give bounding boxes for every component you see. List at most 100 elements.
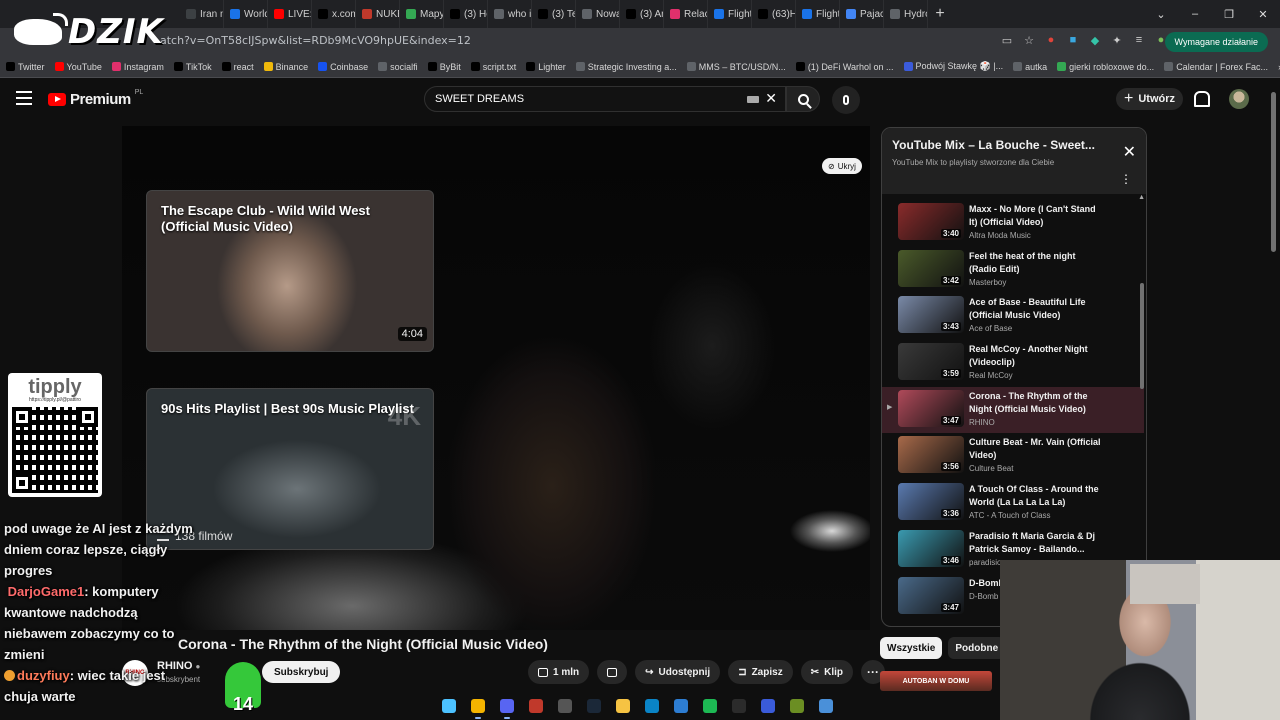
bookmark-item[interactable]: Coinbase	[318, 62, 368, 72]
page-scrollbar[interactable]	[1271, 92, 1276, 252]
spotify-icon[interactable]	[699, 695, 721, 717]
create-button[interactable]: + Utwórz	[1116, 88, 1184, 110]
bookmark-item[interactable]: Strategic Investing a...	[575, 62, 677, 72]
bookmark-item[interactable]: (1) DeFi Warhol on ...	[795, 62, 894, 72]
search-input[interactable]: SWEET DREAMS ✕	[424, 86, 786, 112]
bookmark-star-icon[interactable]: ☆	[1022, 33, 1036, 47]
playlist-item[interactable]: ▶ 3:47 Corona - The Rhythm of the Night (O…	[882, 386, 1144, 434]
voice-search-button[interactable]	[832, 86, 860, 114]
install-icon[interactable]: ▭	[1000, 33, 1014, 47]
bookmark-item[interactable]: socialfi	[378, 62, 418, 72]
streamer-webcam	[1000, 560, 1280, 720]
save-button[interactable]: ⊐ Zapisz	[728, 660, 793, 684]
edge-icon[interactable]	[641, 695, 663, 717]
bookmark-item[interactable]: react	[221, 62, 254, 72]
playlist-item[interactable]: 3:59 Real McCoy - Another Night (Videocli…	[882, 340, 1144, 387]
bookmark-item[interactable]: YouTube	[54, 62, 102, 72]
bookmark-item[interactable]: gierki robloxowe do...	[1057, 62, 1154, 72]
clear-search-icon[interactable]: ✕	[765, 90, 777, 107]
notifications-bell-icon[interactable]	[1193, 91, 1210, 107]
end-screen-video-card[interactable]: The Escape Club - Wild Wild West (Offici…	[146, 190, 434, 352]
hide-cards-button[interactable]: ⊘ Ukryj	[822, 158, 862, 174]
bookmark-item[interactable]: autka	[1013, 62, 1047, 72]
bookmark-item[interactable]: TikTok	[173, 62, 212, 72]
extensions-puzzle-icon[interactable]: ✦	[1110, 33, 1124, 47]
chip-all[interactable]: Wszystkie	[880, 637, 943, 659]
browser-tab[interactable]: Pajacy	[840, 0, 884, 28]
playlist-item[interactable]: 3:56 Culture Beat - Mr. Vain (Official Vi…	[882, 433, 1144, 480]
like-button[interactable]: 1 mln	[528, 660, 590, 684]
account-avatar[interactable]	[1229, 89, 1249, 109]
browser-tab[interactable]: World	[224, 0, 268, 28]
browser-tab[interactable]: NUKE!	[356, 0, 400, 28]
browser-tab[interactable]: Nowa	[576, 0, 620, 28]
bookmark-item[interactable]: Instagram	[111, 62, 164, 72]
extension-teal-icon[interactable]: ◆	[1088, 33, 1102, 47]
extension-blue-icon[interactable]: ■	[1066, 33, 1080, 47]
bookmark-item[interactable]: script.txt	[470, 62, 516, 72]
dislike-button[interactable]	[597, 660, 628, 684]
xbox-icon[interactable]	[757, 695, 779, 717]
bookmark-item[interactable]: Podwój Stawkę 🎲 |...	[903, 61, 1003, 72]
browser-tab[interactable]: Iran ne	[180, 0, 224, 28]
bookmark-item[interactable]: Calendar | Forex Fac...	[1164, 62, 1268, 72]
browser-tab[interactable]: who is	[488, 0, 532, 28]
bookmark-item[interactable]: ByBit	[427, 62, 461, 72]
discord-icon[interactable]	[496, 695, 518, 719]
playlist-item[interactable]: 3:43 Ace of Base - Beautiful Life (Offici…	[882, 293, 1144, 340]
playlist-item[interactable]: 3:42 Feel the heat of the night (Radio Ed…	[882, 247, 1144, 294]
browser-tab[interactable]: Hydro	[884, 0, 928, 28]
tab-label: x.com/	[332, 8, 355, 20]
maximize-icon[interactable]: ❐	[1212, 0, 1246, 28]
playlist-item[interactable]: 3:40 Maxx - No More (I Can't Stand It) (O…	[882, 200, 1144, 247]
video-player[interactable]: ⊘ Ukryj The Escape Club - Wild Wild West…	[122, 126, 870, 630]
browser-tab[interactable]: Flight	[796, 0, 840, 28]
update-required-button[interactable]: Wymagane działanie	[1164, 32, 1268, 52]
media-control-icon[interactable]: ≡	[1132, 33, 1146, 47]
browser-tab[interactable]: (3) Arc	[620, 0, 664, 28]
new-tab-icon[interactable]: +	[928, 0, 952, 28]
browser-tab[interactable]: Flight	[708, 0, 752, 28]
browser-tab[interactable]: x.com/	[312, 0, 356, 28]
tab-search-icon[interactable]: ⌄	[1144, 0, 1178, 28]
browser-tab[interactable]: (63)Ha	[752, 0, 796, 28]
browser-tab[interactable]: LIVE: Is	[268, 0, 312, 28]
keyboard-icon[interactable]	[747, 96, 759, 103]
bookmark-item[interactable]: Lighter	[526, 62, 566, 72]
bookmark-item[interactable]: MMS – BTC/USD/N...	[686, 62, 786, 72]
close-playlist-icon[interactable]: ✕	[1123, 142, 1136, 162]
app-icon[interactable]	[525, 695, 547, 717]
app3-icon[interactable]	[786, 695, 808, 717]
playlist-scrollbar[interactable]	[1140, 283, 1144, 389]
playlist-menu-icon[interactable]: ⋮	[1120, 172, 1132, 186]
chrome-icon[interactable]	[467, 695, 489, 719]
playlist-item-thumbnail: 3:36	[898, 483, 964, 521]
windows-start-icon[interactable]	[438, 695, 460, 717]
bookmark-item[interactable]: Twitter	[6, 62, 45, 72]
playlist-title[interactable]: YouTube Mix – La Bouche - Sweet...	[892, 138, 1136, 152]
folder-icon[interactable]	[612, 695, 634, 717]
search-button[interactable]	[786, 86, 820, 112]
extension-red-icon[interactable]: ●	[1044, 33, 1058, 47]
app2-icon[interactable]	[728, 695, 750, 717]
close-window-icon[interactable]: ✕	[1246, 0, 1280, 28]
notepad-icon[interactable]	[815, 695, 837, 717]
browser-tab[interactable]: (3) Ho	[444, 0, 488, 28]
chip-related[interactable]: Podobne	[948, 637, 1006, 659]
steam-icon[interactable]	[583, 695, 605, 717]
share-button[interactable]: ↪ Udostępnij	[635, 660, 721, 684]
url-field[interactable]: atch?v=OnT58cIJSpw&list=RDb9McVO9hpUE&in…	[160, 34, 471, 47]
subscribe-button[interactable]: Subskrybuj	[262, 661, 341, 683]
obs-icon[interactable]	[554, 695, 576, 717]
youtube-premium-logo[interactable]: Premium PL	[48, 89, 143, 108]
browser-tab[interactable]: Mapy	[400, 0, 444, 28]
browser-tab[interactable]: Relacje	[664, 0, 708, 28]
network-icon[interactable]	[670, 695, 692, 717]
menu-icon[interactable]	[16, 91, 32, 105]
browser-tab[interactable]: (3) Teh	[532, 0, 576, 28]
clip-button[interactable]: ✂ Klip	[800, 660, 853, 684]
recommendation-thumbnail[interactable]: AUTOBAN W DOMU	[880, 671, 992, 691]
minimize-icon[interactable]: –	[1178, 0, 1212, 28]
bookmark-item[interactable]: Binance	[263, 62, 308, 72]
playlist-item[interactable]: 3:36 A Touch Of Class - Around the World …	[882, 480, 1144, 527]
